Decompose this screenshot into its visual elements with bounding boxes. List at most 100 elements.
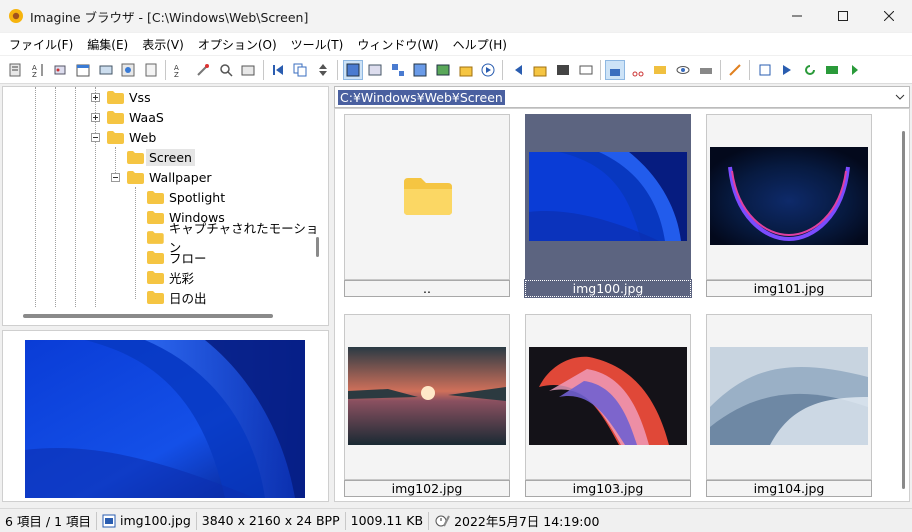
- resize-icon[interactable]: [239, 61, 257, 79]
- tree-item-waas[interactable]: WaaS: [91, 107, 164, 127]
- thumbnail-img100[interactable]: [525, 114, 691, 280]
- window-title: Imagine ブラウザ - [C:\Windows\Web\Screen]: [30, 9, 309, 25]
- collapse-icon[interactable]: [91, 132, 100, 142]
- view-details-icon[interactable]: [389, 61, 407, 79]
- thumbnail-label: img103.jpg: [525, 480, 691, 497]
- close-button[interactable]: [866, 0, 912, 32]
- thumbnail-label: ..: [344, 280, 510, 297]
- sort-type-icon[interactable]: [51, 61, 69, 79]
- folder-icon: [147, 230, 164, 244]
- menu-tools[interactable]: ツール(T): [284, 36, 351, 53]
- edit-icon[interactable]: [726, 61, 744, 79]
- status-file: img100.jpg: [97, 511, 197, 530]
- preview-image: [25, 340, 305, 498]
- sort-info-icon[interactable]: [119, 61, 137, 79]
- tree-vertical-scrollbar[interactable]: [316, 237, 319, 257]
- view-list-icon[interactable]: [366, 61, 384, 79]
- image-file-icon: [102, 514, 116, 527]
- more-icon[interactable]: [846, 61, 864, 79]
- tree-item-wallpaper[interactable]: Wallpaper: [111, 167, 212, 187]
- play-icon[interactable]: [778, 61, 796, 79]
- thumbnail-img103[interactable]: [525, 314, 691, 480]
- status-size: 1009.11 KB: [346, 511, 430, 530]
- view-thumbnail-icon[interactable]: [342, 59, 363, 80]
- tree-item-glow[interactable]: 光彩: [147, 267, 194, 287]
- film-icon[interactable]: [554, 61, 572, 79]
- menu-file[interactable]: ファイル(F): [2, 36, 80, 53]
- tree-item-web[interactable]: Web: [91, 127, 156, 147]
- path-value[interactable]: C:¥Windows¥Web¥Screen: [338, 89, 505, 105]
- sort-date-icon[interactable]: [74, 61, 92, 79]
- folder-icon: [404, 178, 452, 215]
- thumbnail-img101[interactable]: [706, 114, 872, 280]
- toolbar-separator: [749, 59, 751, 80]
- sort-name-icon[interactable]: [6, 61, 24, 79]
- expand-icon[interactable]: [91, 92, 100, 102]
- thumbnail-img102[interactable]: [344, 314, 510, 480]
- first-page-icon[interactable]: [269, 61, 287, 79]
- svg-text:Z: Z: [174, 71, 179, 78]
- view-tiles-icon[interactable]: [411, 61, 429, 79]
- status-date-value: 2022年5月7日 14:19:00: [454, 514, 600, 529]
- sort-order-icon[interactable]: [314, 61, 332, 79]
- thumbnail-label: img101.jpg: [706, 280, 872, 297]
- tree-item-captured-motion[interactable]: キャプチャされたモーション: [147, 221, 328, 255]
- view-folder-icon[interactable]: [457, 61, 475, 79]
- tree-item-flow[interactable]: フロー: [147, 247, 207, 267]
- minimize-button[interactable]: [774, 0, 820, 32]
- thumbnail-label: img100.jpg: [524, 279, 692, 298]
- thumbnail-image: [529, 347, 687, 445]
- title-bar: Imagine ブラウザ - [C:\Windows\Web\Screen]: [0, 0, 912, 32]
- slideshow-icon[interactable]: [756, 61, 774, 79]
- maximize-button[interactable]: [820, 0, 866, 32]
- eye-icon[interactable]: [674, 61, 692, 79]
- collapse-icon[interactable]: [111, 172, 120, 182]
- thumbnail-img104[interactable]: [706, 314, 872, 480]
- menu-options[interactable]: オプション(O): [191, 36, 284, 53]
- print-icon[interactable]: [697, 61, 715, 79]
- folder-tree[interactable]: Vss WaaS Web Screen Wallpaper Spotlight …: [2, 86, 329, 326]
- menu-window[interactable]: ウィンドウ(W): [350, 36, 445, 53]
- lock-icon[interactable]: [605, 59, 626, 80]
- thumbnail-parent-folder[interactable]: [344, 114, 510, 280]
- sort-size-icon[interactable]: [97, 61, 115, 79]
- tree-guide-line: [135, 187, 136, 299]
- paint-icon[interactable]: [651, 61, 669, 79]
- path-field[interactable]: C:¥Windows¥Web¥Screen: [334, 86, 910, 108]
- sort-az-alt-icon[interactable]: AZ: [171, 61, 189, 79]
- folder-icon: [147, 250, 164, 264]
- sort-az-icon[interactable]: AZ: [29, 61, 47, 79]
- expand-icon[interactable]: [91, 112, 100, 122]
- tree-guide-line: [75, 87, 76, 307]
- app-sunflower-icon: [9, 9, 23, 23]
- thumbnail-vertical-scrollbar[interactable]: [902, 131, 905, 489]
- tree-item-vss[interactable]: Vss: [91, 87, 151, 107]
- tree-horizontal-scrollbar[interactable]: [23, 314, 273, 318]
- menu-view[interactable]: 表示(V): [135, 36, 191, 53]
- folder-icon: [147, 190, 164, 204]
- prev-frame-icon[interactable]: [509, 61, 527, 79]
- tools-icon[interactable]: [194, 61, 212, 79]
- menu-edit[interactable]: 編集(E): [80, 36, 135, 53]
- next-icon[interactable]: [479, 61, 497, 79]
- thumbnail-grid[interactable]: .. img100.jpg img101.jpg img102.jpg img1…: [334, 108, 910, 502]
- tree-item-screen[interactable]: Screen: [127, 147, 195, 167]
- view-image-icon[interactable]: [434, 61, 452, 79]
- folder-icon: [147, 290, 164, 304]
- frames-icon[interactable]: [823, 61, 841, 79]
- maximize-icon: [838, 11, 848, 21]
- fit-icon[interactable]: [577, 61, 595, 79]
- tree-item-sunrise[interactable]: 日の出: [147, 287, 207, 307]
- rotate-icon[interactable]: [801, 61, 819, 79]
- sort-file-icon[interactable]: [142, 61, 160, 79]
- folder-icon: [147, 210, 164, 224]
- new-folder-icon[interactable]: [531, 61, 549, 79]
- preview-panel: [2, 330, 329, 502]
- toolbar-separator: [337, 59, 339, 80]
- cut-icon[interactable]: [629, 61, 647, 79]
- menu-help[interactable]: ヘルプ(H): [446, 36, 514, 53]
- chevron-down-icon[interactable]: [895, 92, 905, 102]
- tree-item-spotlight[interactable]: Spotlight: [147, 187, 225, 207]
- search-icon[interactable]: [217, 61, 235, 79]
- copy-icon[interactable]: [291, 61, 309, 79]
